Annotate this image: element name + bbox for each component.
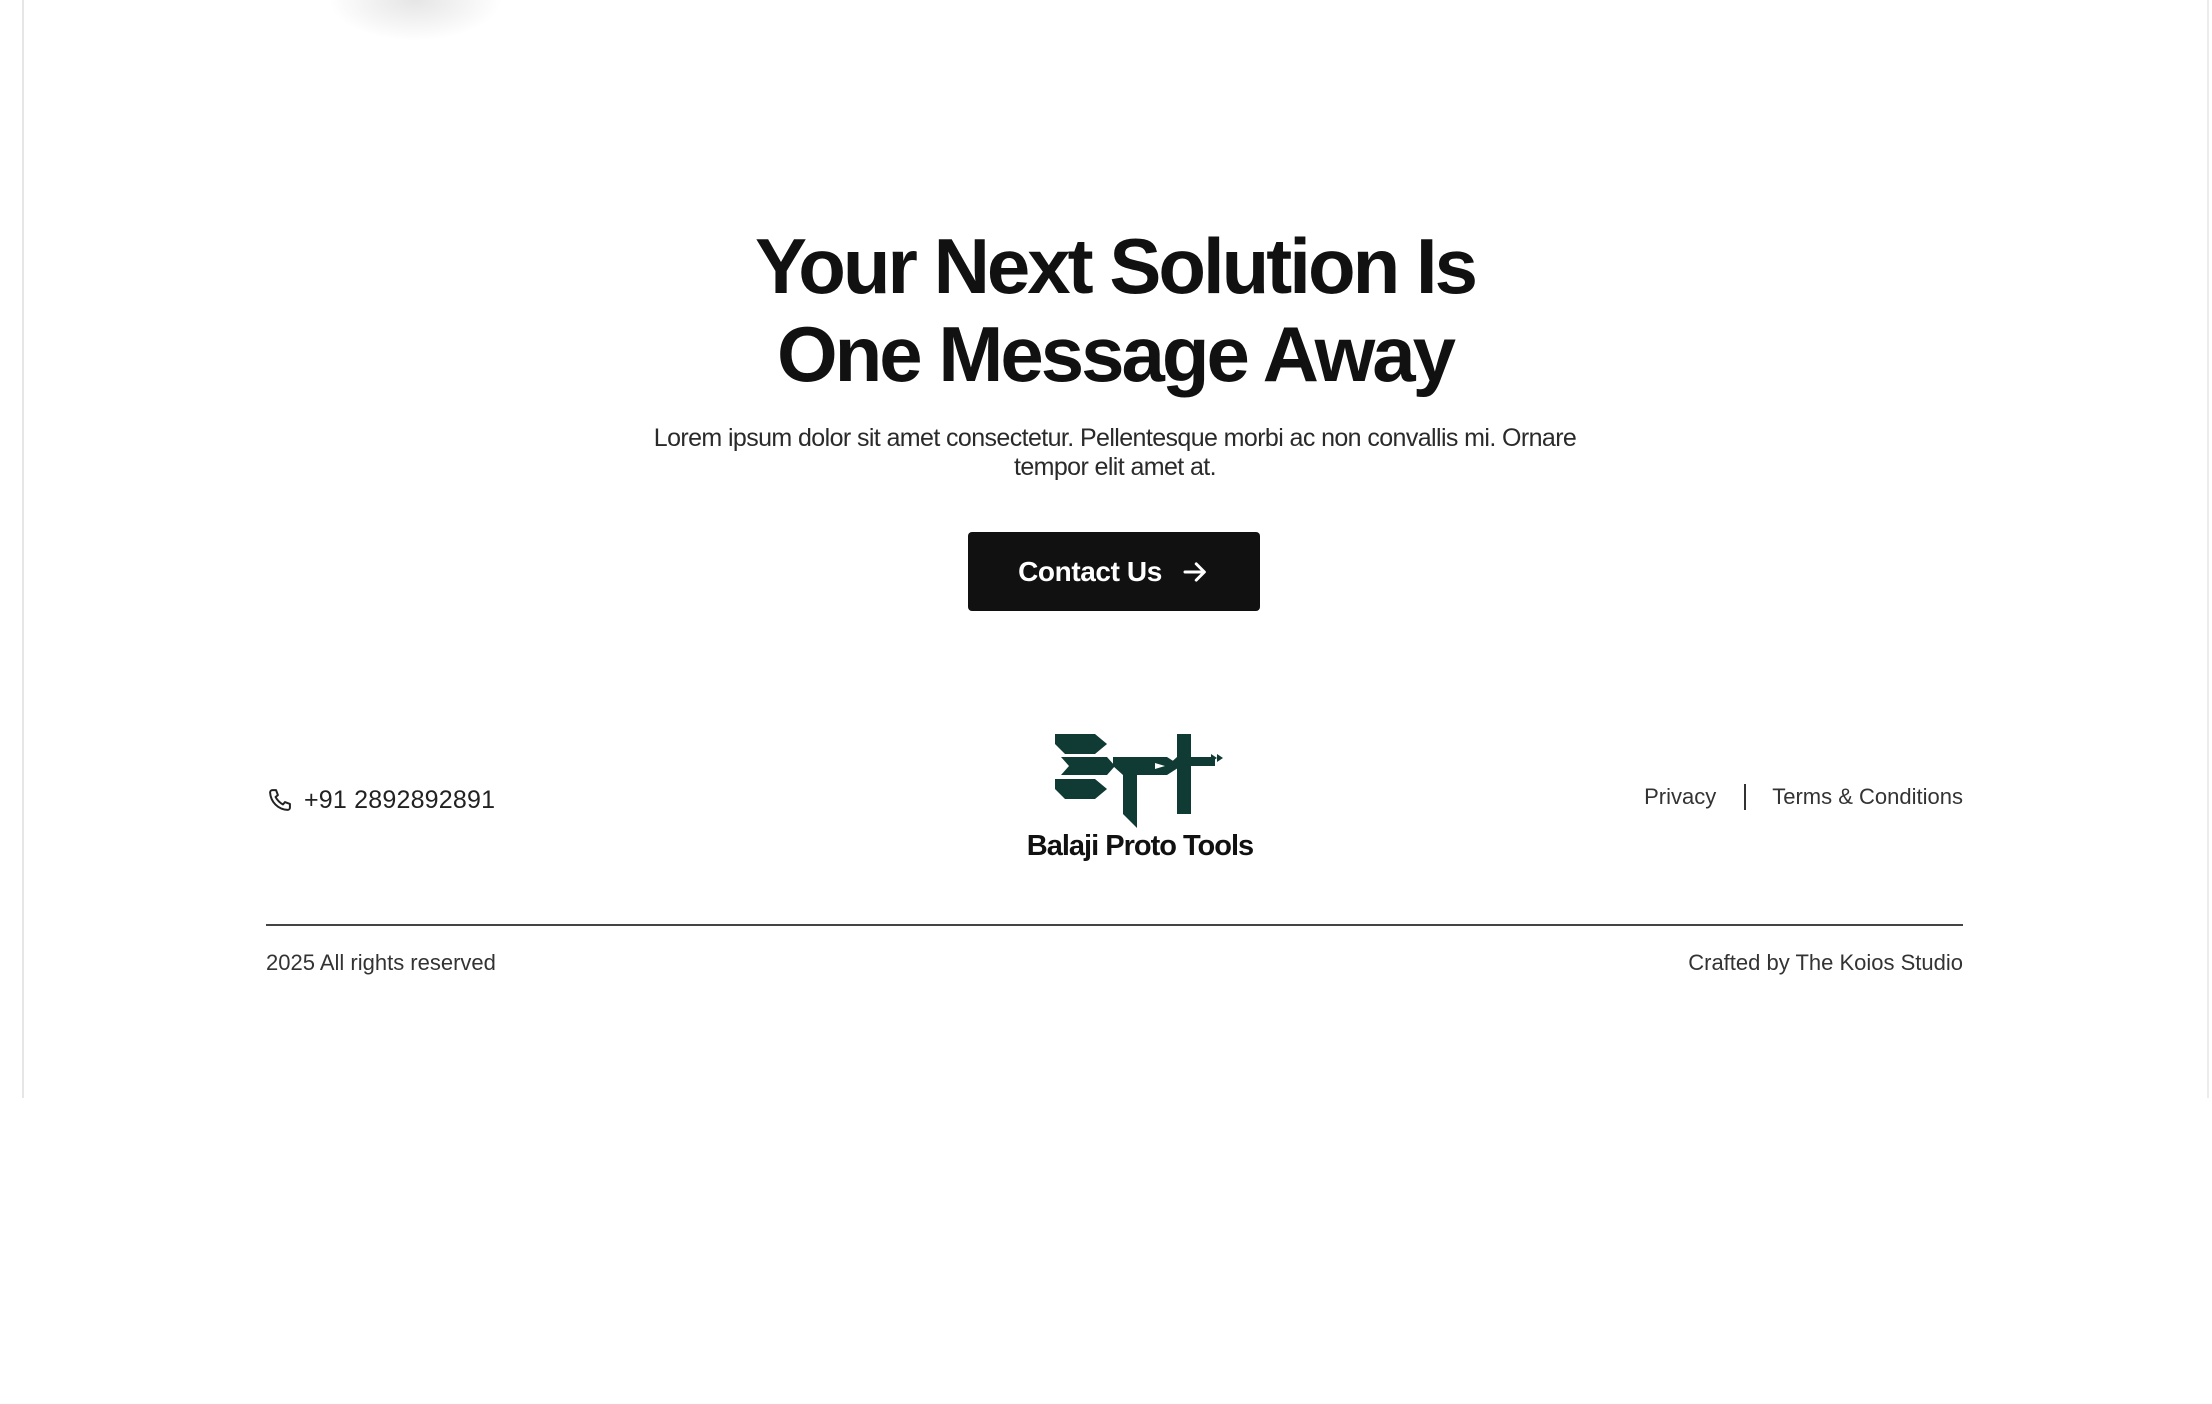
hero-heading-line-1: Your Next Solution Is xyxy=(755,222,1478,310)
brand-name: Balaji Proto Tools xyxy=(1026,830,1254,862)
studio-credit[interactable]: Crafted by The Koios Studio xyxy=(1688,950,1963,976)
privacy-link[interactable]: Privacy xyxy=(1644,784,1716,810)
phone-contact[interactable]: +91 2892892891 xyxy=(266,782,495,818)
scrollbar-track[interactable] xyxy=(2207,0,2209,1098)
page: Your Next Solution Is One Message Away L… xyxy=(0,0,2212,1404)
decorative-shadow xyxy=(330,0,500,40)
contact-us-button[interactable]: Contact Us xyxy=(968,532,1260,611)
left-border-line xyxy=(22,0,24,1098)
legal-links: Privacy Terms & Conditions xyxy=(1644,784,1963,810)
terms-link[interactable]: Terms & Conditions xyxy=(1772,784,1963,810)
cta-section: Your Next Solution Is One Message Away L… xyxy=(0,222,2212,482)
hero-heading-line-2: One Message Away xyxy=(776,310,1456,398)
contact-us-label: Contact Us xyxy=(1018,555,1162,587)
hero-heading: Your Next Solution Is One Message Away xyxy=(0,222,2212,398)
bpt-logo-icon xyxy=(1055,734,1223,828)
hero-subtitle: Lorem ipsum dolor sit amet consectetur. … xyxy=(653,424,1577,481)
arrow-right-icon xyxy=(1183,561,1206,582)
copyright-text: 2025 All rights reserved xyxy=(266,950,496,975)
phone-icon xyxy=(269,789,291,811)
phone-number: +91 2892892891 xyxy=(304,785,496,814)
brand-logo[interactable]: Balaji Proto Tools xyxy=(1010,734,1270,863)
footer-divider xyxy=(266,924,1963,926)
link-divider xyxy=(1744,784,1747,810)
